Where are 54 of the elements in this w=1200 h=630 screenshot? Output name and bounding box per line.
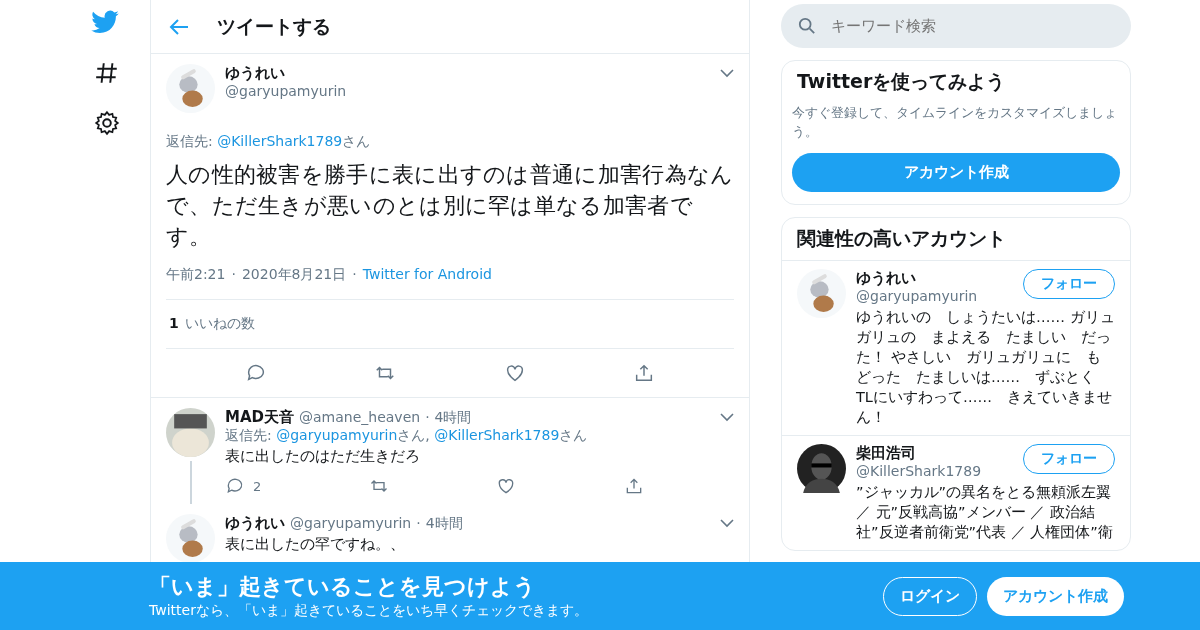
card-title: Twitterを使ってみよう xyxy=(796,69,1007,94)
tweet-text: 人の性的被害を勝手に表に出すのは普通に加害行為なんで、ただ生きが悪いのとは別に罕は単なる加害者です。 xyxy=(166,161,734,251)
hashtag-icon[interactable] xyxy=(94,60,120,86)
reply-context: 返信先: @KillerShark1789 さん xyxy=(166,133,372,151)
user-name[interactable]: ゆうれい xyxy=(856,269,1013,288)
tweet-time[interactable]: 4時間 xyxy=(425,515,715,533)
mention-link[interactable]: @KillerShark1789 xyxy=(434,427,560,443)
bird-logo-icon[interactable] xyxy=(90,10,120,36)
separator-dot: · xyxy=(425,409,430,425)
follow-button[interactable]: フォロー xyxy=(1023,269,1115,299)
avatar[interactable] xyxy=(797,444,846,493)
user-handle[interactable]: @garyupamyurin xyxy=(856,288,1013,304)
chevron-icon[interactable] xyxy=(720,68,734,78)
reply-context: 返信先: @garyupamyurinさん, @KillerShark1789さん xyxy=(225,427,589,445)
search-field[interactable]: キーワード検索 xyxy=(781,4,1131,48)
user-handle[interactable]: @amane_heaven xyxy=(299,409,421,425)
banner-title: 「いま」起きていることを見つけよう xyxy=(149,573,537,601)
chevron-icon[interactable] xyxy=(720,412,734,422)
tweet-date[interactable]: 2020年8月21日 xyxy=(241,266,347,284)
user-name[interactable]: ゆうれい xyxy=(225,514,285,533)
page-title: ツイートする xyxy=(217,13,331,39)
tweet-time[interactable]: 4時間 xyxy=(434,409,715,427)
reply-icon[interactable] xyxy=(225,476,245,496)
user-handle[interactable]: @garyupamyurin xyxy=(225,83,710,99)
like-count[interactable]: 1 xyxy=(169,315,179,333)
mention-link[interactable]: @garyupamyurin xyxy=(276,427,398,443)
avatar[interactable] xyxy=(166,408,215,457)
user-bio: ゆうれいの しょうたいは…… ガリュガリュの まよえる たましい だった！ やさしい ガリュガリュに もどった たましいは…… ずぶとく TLにいすわって…… きえていきません！ xyxy=(856,308,1115,427)
card-text: 今すぐ登録して、タイムラインをカスタマイズしましょう。 xyxy=(791,104,1118,141)
user-name[interactable]: MAD天音 xyxy=(225,408,294,427)
user-name[interactable]: ゆうれい xyxy=(225,64,710,83)
card-title: 関連性の高いアカウント xyxy=(796,226,1007,251)
user-name[interactable]: 柴田浩司 xyxy=(856,444,1013,463)
chevron-icon[interactable] xyxy=(720,518,734,528)
separator-dot: · xyxy=(416,515,421,531)
search-icon xyxy=(798,17,816,35)
source-link[interactable]: Twitter for Android xyxy=(362,266,492,284)
separator-dot: · xyxy=(231,266,236,284)
signup-button[interactable]: アカウント作成 xyxy=(987,576,1124,616)
reply-text: 表に出したの罕ですね。、 xyxy=(225,535,406,554)
follow-button[interactable]: フォロー xyxy=(1023,444,1115,474)
settings-icon[interactable] xyxy=(94,110,120,136)
tweet-time[interactable]: 午前2:21 xyxy=(166,266,226,284)
separator-dot: · xyxy=(352,266,357,284)
create-account-button[interactable]: アカウント作成 xyxy=(792,153,1120,192)
back-arrow-icon[interactable] xyxy=(169,17,189,36)
reply-count: 2 xyxy=(253,478,262,494)
like-label[interactable]: いいねの数 xyxy=(184,315,255,333)
banner-text: Twitterなら、「いま」起きていることをいち早くチェックできます。 xyxy=(149,602,589,620)
user-bio: ”ジャッカル”の異名をとる無頼派左翼／ 元”反戦高協”メンバー ／ 政治結社”反逆者前衛党”代表 ／ 人権団体”衛 xyxy=(856,483,1114,542)
user-handle[interactable]: @garyupamyurin xyxy=(290,515,412,531)
reply-text: 表に出したのはただ生きだろ xyxy=(225,447,421,466)
user-handle[interactable]: @KillerShark1789 xyxy=(856,463,1013,479)
mention-link[interactable]: @KillerShark1789 xyxy=(217,133,343,149)
